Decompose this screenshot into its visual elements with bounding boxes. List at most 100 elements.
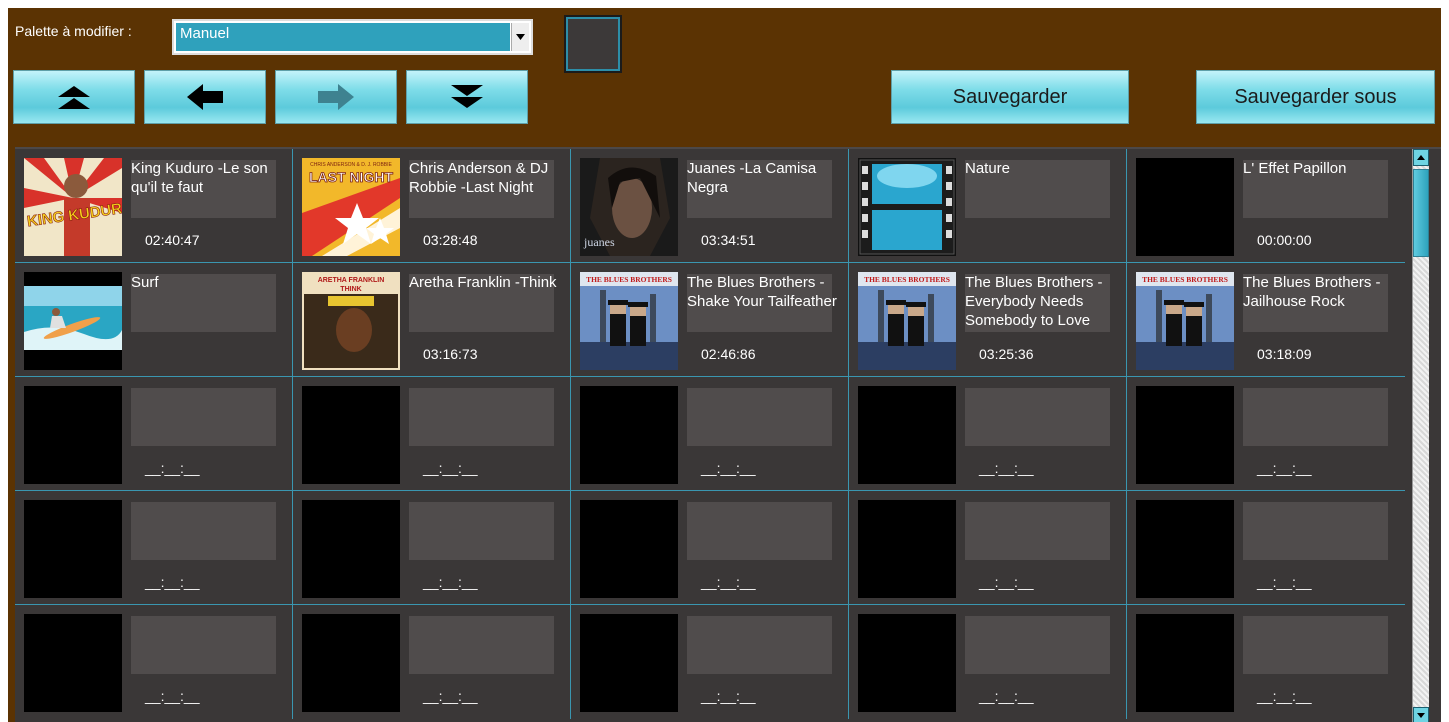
track-slot[interactable]: __:__:__: [1127, 377, 1405, 491]
track-title: The Blues Brothers -Shake Your Tailfeath…: [687, 274, 837, 310]
track-duration-empty: __:__:__: [701, 688, 756, 704]
album-art: ARETHA FRANKLIN THINK: [302, 272, 400, 370]
track-duration: 00:00:00: [1257, 232, 1312, 248]
track-slot[interactable]: THE BLUES BROTHERS The Blues Brothers -Sh…: [571, 263, 849, 377]
grid-line: [570, 149, 571, 719]
album-art: [1136, 386, 1234, 484]
grid-line: [292, 149, 293, 719]
palette-label: Palette à modifier :: [15, 23, 132, 39]
triangle-up-icon[interactable]: [1413, 149, 1429, 166]
chevron-down-icon[interactable]: [511, 23, 529, 51]
title-box: [131, 502, 276, 560]
track-duration-empty: __:__:__: [979, 460, 1034, 476]
album-art: [24, 272, 122, 370]
track-title: Juanes -La Camisa Negra: [687, 160, 817, 196]
grid-line: [15, 376, 1405, 377]
svg-text:THINK: THINK: [340, 286, 361, 293]
album-art: [302, 500, 400, 598]
track-slot[interactable]: ARETHA FRANKLIN THINK Aretha Franklin -Thi…: [293, 263, 571, 377]
color-swatch[interactable]: [564, 15, 622, 73]
track-slot[interactable]: __:__:__: [571, 605, 849, 719]
album-art: [302, 614, 400, 712]
track-slot[interactable]: __:__:__: [571, 377, 849, 491]
album-art: [580, 614, 678, 712]
track-slot[interactable]: KING KUDURO King Kuduro -Le son qu'il te …: [15, 149, 293, 263]
app-window: Palette à modifier : Manuel Sauvegarder …: [0, 0, 1449, 722]
scrollbar-thumb[interactable]: [1413, 169, 1429, 257]
track-title: L' Effet Papillon: [1243, 160, 1347, 177]
title-box: [409, 502, 554, 560]
track-duration: 03:16:73: [423, 346, 478, 362]
palette-selected-value[interactable]: Manuel: [176, 23, 510, 51]
track-slot[interactable]: __:__:__: [15, 377, 293, 491]
track-slot[interactable]: __:__:__: [849, 377, 1127, 491]
track-slot[interactable]: CHRIS ANDERSON & D. J. ROBBIE LAST NIGHT C…: [293, 149, 571, 263]
svg-text:THE BLUES BROTHERS: THE BLUES BROTHERS: [586, 275, 672, 284]
album-art: [24, 386, 122, 484]
title-box: [131, 388, 276, 446]
track-slot[interactable]: __:__:__: [293, 491, 571, 605]
grid-line: [1126, 149, 1127, 719]
arrow-left-icon: [187, 84, 223, 110]
track-slot[interactable]: __:__:__: [571, 491, 849, 605]
track-duration-empty: __:__:__: [423, 688, 478, 704]
album-art: [858, 614, 956, 712]
save-as-button[interactable]: Sauvegarder sous: [1196, 70, 1435, 124]
double-chevron-down-icon: [451, 85, 483, 108]
title-box: [965, 388, 1110, 446]
track-slot[interactable]: Nature: [849, 149, 1127, 263]
grid-line: [848, 149, 849, 719]
album-art: KING KUDURO: [24, 158, 122, 256]
album-art: [24, 614, 122, 712]
track-slot[interactable]: __:__:__: [293, 605, 571, 719]
title-box: [1243, 388, 1388, 446]
title-box: [965, 616, 1110, 674]
track-slot[interactable]: __:__:__: [1127, 491, 1405, 605]
album-art: THE BLUES BROTHERS: [858, 272, 956, 370]
vertical-scrollbar[interactable]: [1412, 149, 1429, 722]
double-chevron-up-icon: [58, 86, 90, 109]
title-box: [1243, 502, 1388, 560]
title-box: [687, 388, 832, 446]
title-box: [1243, 616, 1388, 674]
track-slot[interactable]: THE BLUES BROTHERS The Blues Brothers -Ev…: [849, 263, 1127, 377]
album-art: [1136, 614, 1234, 712]
track-title: Chris Anderson & DJ Robbie -Last Night: [409, 160, 549, 196]
track-duration-empty: __:__:__: [1257, 688, 1312, 704]
track-slot[interactable]: __:__:__: [1127, 605, 1405, 719]
album-art: juanes: [580, 158, 678, 256]
move-right-button[interactable]: [275, 70, 397, 124]
track-slot[interactable]: __:__:__: [849, 605, 1127, 719]
track-duration: 03:28:48: [423, 232, 478, 248]
title-box: [965, 502, 1110, 560]
title-box: [409, 616, 554, 674]
track-slot[interactable]: __:__:__: [15, 605, 293, 719]
move-top-button[interactable]: [13, 70, 135, 124]
track-slot[interactable]: Surf: [15, 263, 293, 377]
track-title: Nature: [965, 160, 1011, 177]
album-art: [858, 386, 956, 484]
album-art: [24, 500, 122, 598]
move-bottom-button[interactable]: [406, 70, 528, 124]
triangle-down-icon[interactable]: [1413, 707, 1429, 722]
album-art: [858, 500, 956, 598]
track-slot[interactable]: __:__:__: [15, 491, 293, 605]
track-slot[interactable]: L' Effet Papillon 00:00:00: [1127, 149, 1405, 263]
track-duration-empty: __:__:__: [1257, 574, 1312, 590]
track-slot[interactable]: juanes Juanes -La Camisa Negra 03:34:51: [571, 149, 849, 263]
track-duration: 03:25:36: [979, 346, 1034, 362]
track-slot[interactable]: THE BLUES BROTHERS The Blues Brothers -Ja…: [1127, 263, 1405, 377]
title-box: [687, 502, 832, 560]
album-art: THE BLUES BROTHERS: [1136, 272, 1234, 370]
title-box: [131, 616, 276, 674]
track-slot[interactable]: __:__:__: [849, 491, 1127, 605]
move-left-button[interactable]: [144, 70, 266, 124]
track-duration-empty: __:__:__: [701, 460, 756, 476]
track-duration-empty: __:__:__: [423, 460, 478, 476]
svg-text:ARETHA FRANKLIN: ARETHA FRANKLIN: [318, 277, 385, 284]
track-slot[interactable]: __:__:__: [293, 377, 571, 491]
track-duration-empty: __:__:__: [145, 574, 200, 590]
save-button[interactable]: Sauvegarder: [891, 70, 1129, 124]
palette-select[interactable]: Manuel: [172, 19, 533, 55]
track-duration: 03:34:51: [701, 232, 756, 248]
